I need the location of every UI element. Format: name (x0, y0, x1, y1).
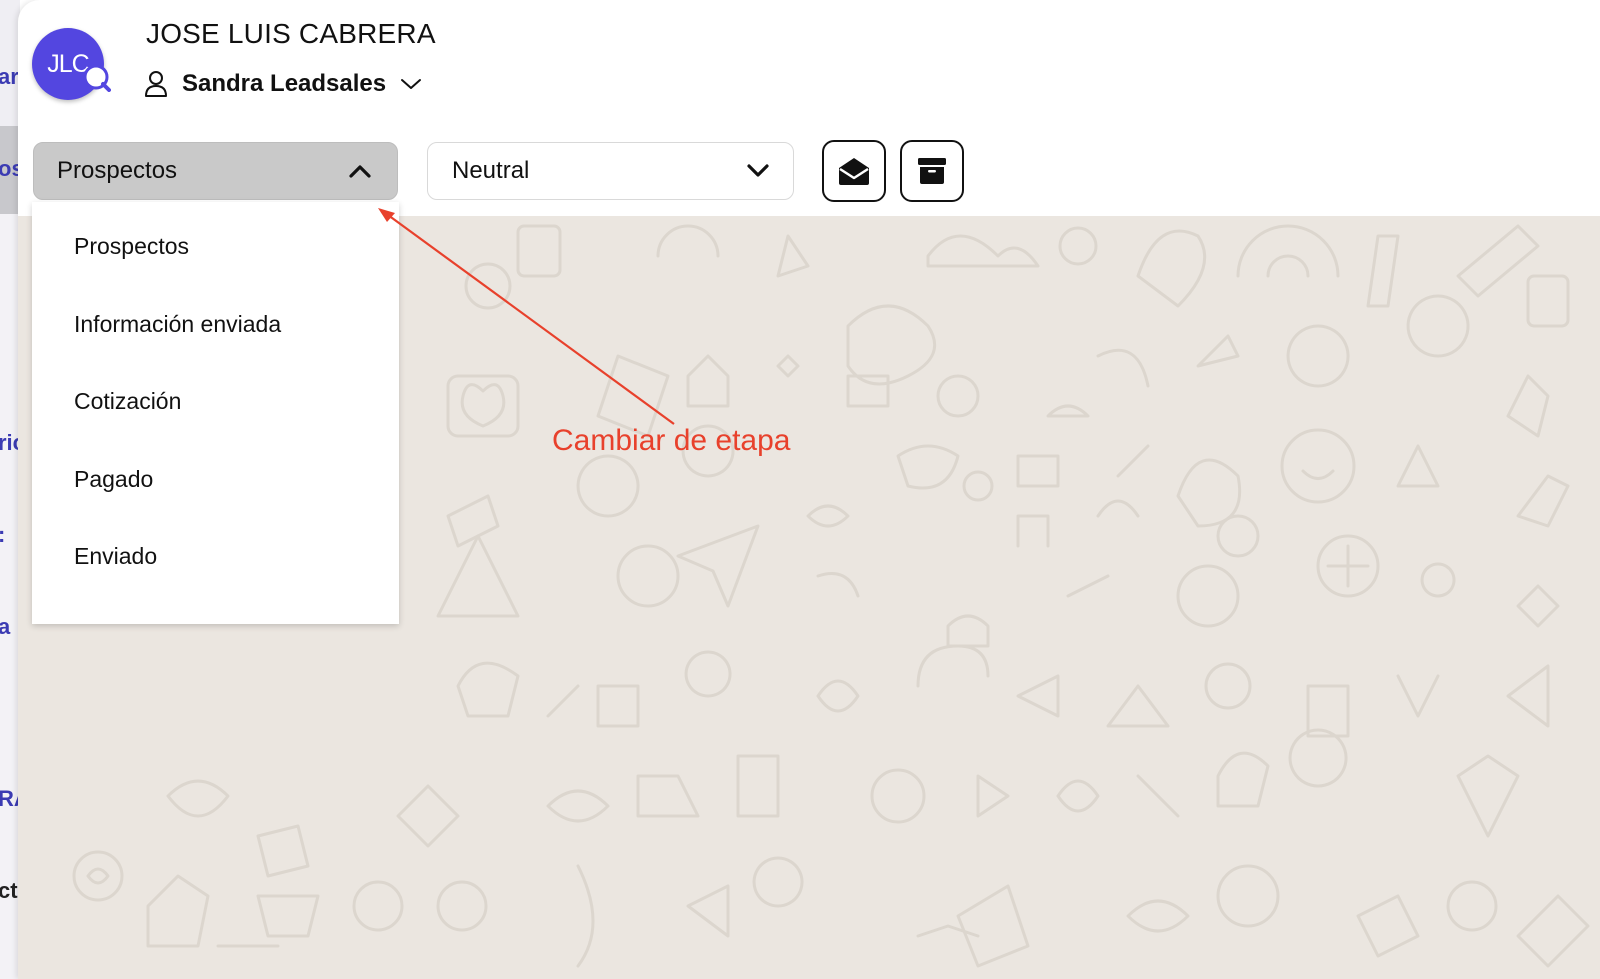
sidebar-fragment-4: : (0, 522, 5, 548)
sidebar-fragment-5: a (0, 614, 11, 639)
background-sidebar: ar os ric : a RA ct (0, 0, 20, 979)
annotation-arrow (378, 208, 675, 425)
sidebar-fragment-1: ar (0, 64, 19, 89)
sidebar-top-area (0, 0, 20, 126)
sidebar-fragment-7: ct (0, 878, 18, 903)
sidebar-fragment-2: os (0, 156, 20, 181)
annotation-label: Cambiar de etapa (552, 424, 791, 457)
sidebar-fragment-3: ric (0, 430, 20, 455)
conversation-panel: JLC JOSE LUIS CABRERA Sandra Leadsales P… (18, 0, 1600, 979)
sidebar-fragment-6: RA (0, 786, 20, 811)
sidebar-body-area (0, 214, 20, 979)
